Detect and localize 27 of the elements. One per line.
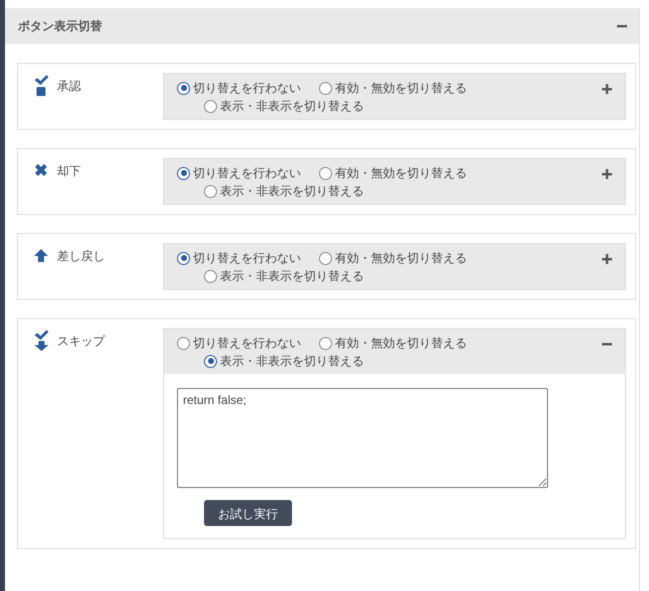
radio-option[interactable]: 表示・非表示を切り替える [204,97,364,115]
radio-option[interactable]: 切り替えを行わない [177,334,301,352]
script-field[interactable]: return false; [177,388,548,488]
button-name: 却下 [57,163,81,180]
radio-option[interactable]: 有効・無効を切り替える [319,249,467,267]
check-arrow-down-icon [34,330,48,351]
expand-icon[interactable] [602,254,612,264]
button-name: 差し戻し [57,248,105,265]
radio-option[interactable]: 表示・非表示を切り替える [204,352,364,370]
cross-icon [35,164,47,176]
radio-option[interactable]: 切り替えを行わない [177,79,301,97]
radio-option[interactable]: 有効・無効を切り替える [319,334,467,352]
section-title: ボタン表示切替 [18,18,102,34]
arrow-up-icon [34,249,48,262]
radio-option[interactable]: 表示・非表示を切り替える [204,267,364,285]
expand-icon[interactable] [602,169,612,179]
radio-option[interactable]: 切り替えを行わない [177,249,301,267]
radio-option[interactable]: 有効・無効を切り替える [319,164,467,182]
expand-icon[interactable] [602,84,612,94]
section-header[interactable]: ボタン表示切替 [5,8,639,44]
button-name: スキップ [57,333,105,350]
check-square-icon [34,75,48,96]
test-run-button[interactable]: お試し実行 [204,500,292,526]
radio-option[interactable]: 切り替えを行わない [177,164,301,182]
radio-option[interactable]: 有効・無効を切り替える [319,79,467,97]
radio-option[interactable]: 表示・非表示を切り替える [204,182,364,200]
button-name: 承認 [57,78,81,95]
